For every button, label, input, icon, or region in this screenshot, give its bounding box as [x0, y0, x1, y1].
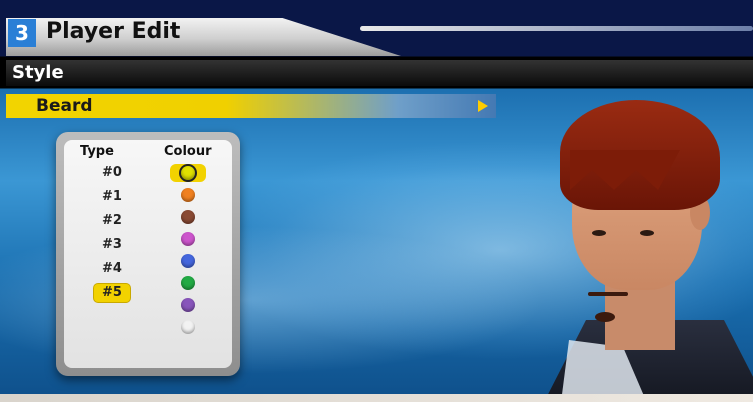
page-title: Player Edit: [46, 19, 181, 44]
right-arrow-icon[interactable]: [478, 100, 488, 112]
type-option[interactable]: #1: [94, 188, 130, 206]
type-option[interactable]: #5: [94, 284, 130, 302]
beard-option-label: Beard: [36, 96, 93, 116]
character-eye-right: [640, 230, 654, 236]
colour-swatch[interactable]: [181, 166, 195, 180]
player-character-preview: [500, 80, 753, 402]
colour-swatch[interactable]: [181, 276, 195, 290]
type-option[interactable]: #3: [94, 236, 130, 254]
title-plate-shine: [360, 26, 753, 31]
section-label: Style: [12, 62, 64, 83]
character-neck: [605, 280, 675, 350]
colour-swatch[interactable]: [181, 188, 195, 202]
colour-column-header: Colour: [164, 144, 212, 159]
colour-swatch[interactable]: [181, 320, 195, 334]
character-eye-left: [592, 230, 606, 236]
step-number-badge: 3: [8, 19, 36, 47]
colour-swatch[interactable]: [181, 298, 195, 312]
game-screen: 3 Player Edit Style Beard Type Colour #0…: [0, 0, 753, 402]
colour-swatch[interactable]: [181, 254, 195, 268]
type-option[interactable]: #2: [94, 212, 130, 230]
beard-panel-inner: [64, 140, 232, 368]
colour-swatch[interactable]: [181, 210, 195, 224]
bottom-strip: [0, 394, 753, 402]
type-column-header: Type: [80, 144, 114, 159]
colour-swatch[interactable]: [181, 232, 195, 246]
character-moustache: [588, 292, 628, 296]
type-option[interactable]: #4: [94, 260, 130, 278]
type-option[interactable]: #0: [94, 164, 130, 182]
character-beard: [595, 312, 615, 322]
